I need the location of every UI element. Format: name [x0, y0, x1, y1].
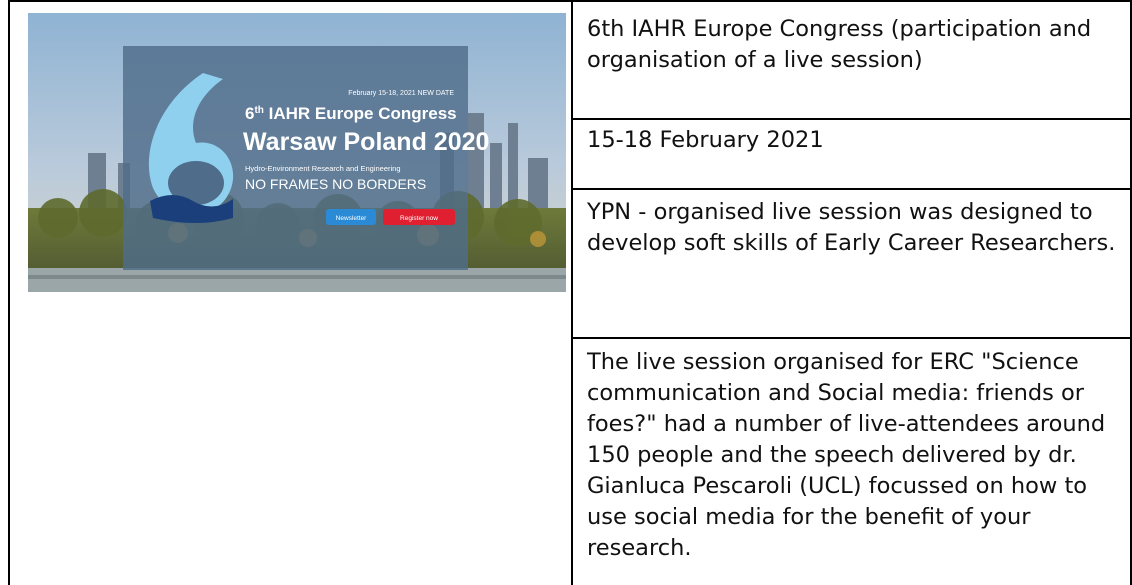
table-border-left: [8, 0, 10, 585]
event-title-cell: 6th IAHR Europe Congress (participation …: [587, 16, 1092, 73]
document-table: February 15-18, 2021 NEW DATE 6th IAHR E…: [8, 0, 1132, 585]
register-now-button-label: Register now: [400, 215, 438, 222]
event-date-cell: 15-18 February 2021: [587, 127, 824, 153]
banner-tagline: Hydro-Environment Research and Engineeri…: [245, 164, 401, 173]
row-divider: [571, 337, 1132, 339]
event-description-cell: YPN - organised live session was designe…: [587, 199, 1116, 256]
banner-slogan: NO FRAMES NO BORDERS: [245, 176, 426, 192]
newsletter-button-label: Newsletter: [336, 215, 368, 222]
banner-title-line2: Warsaw Poland 2020: [243, 128, 489, 156]
congress-banner-image: February 15-18, 2021 NEW DATE 6th IAHR E…: [28, 13, 566, 292]
banner-title-line1: IAHR Europe Congress: [269, 104, 457, 123]
row-divider: [571, 188, 1132, 190]
table-column-divider: [571, 0, 573, 585]
banner-title-suffix: th: [254, 105, 263, 116]
row-divider: [571, 118, 1132, 120]
event-outcome-cell: The live session organised for ERC "Scie…: [587, 349, 1106, 561]
banner-date-note: February 15-18, 2021 NEW DATE: [348, 90, 454, 97]
banner-title-number: 6: [245, 104, 254, 123]
table-border-top: [8, 0, 1132, 2]
svg-text:6th IAHR Europe Congress: 6th IAHR Europe Congress: [245, 104, 457, 123]
